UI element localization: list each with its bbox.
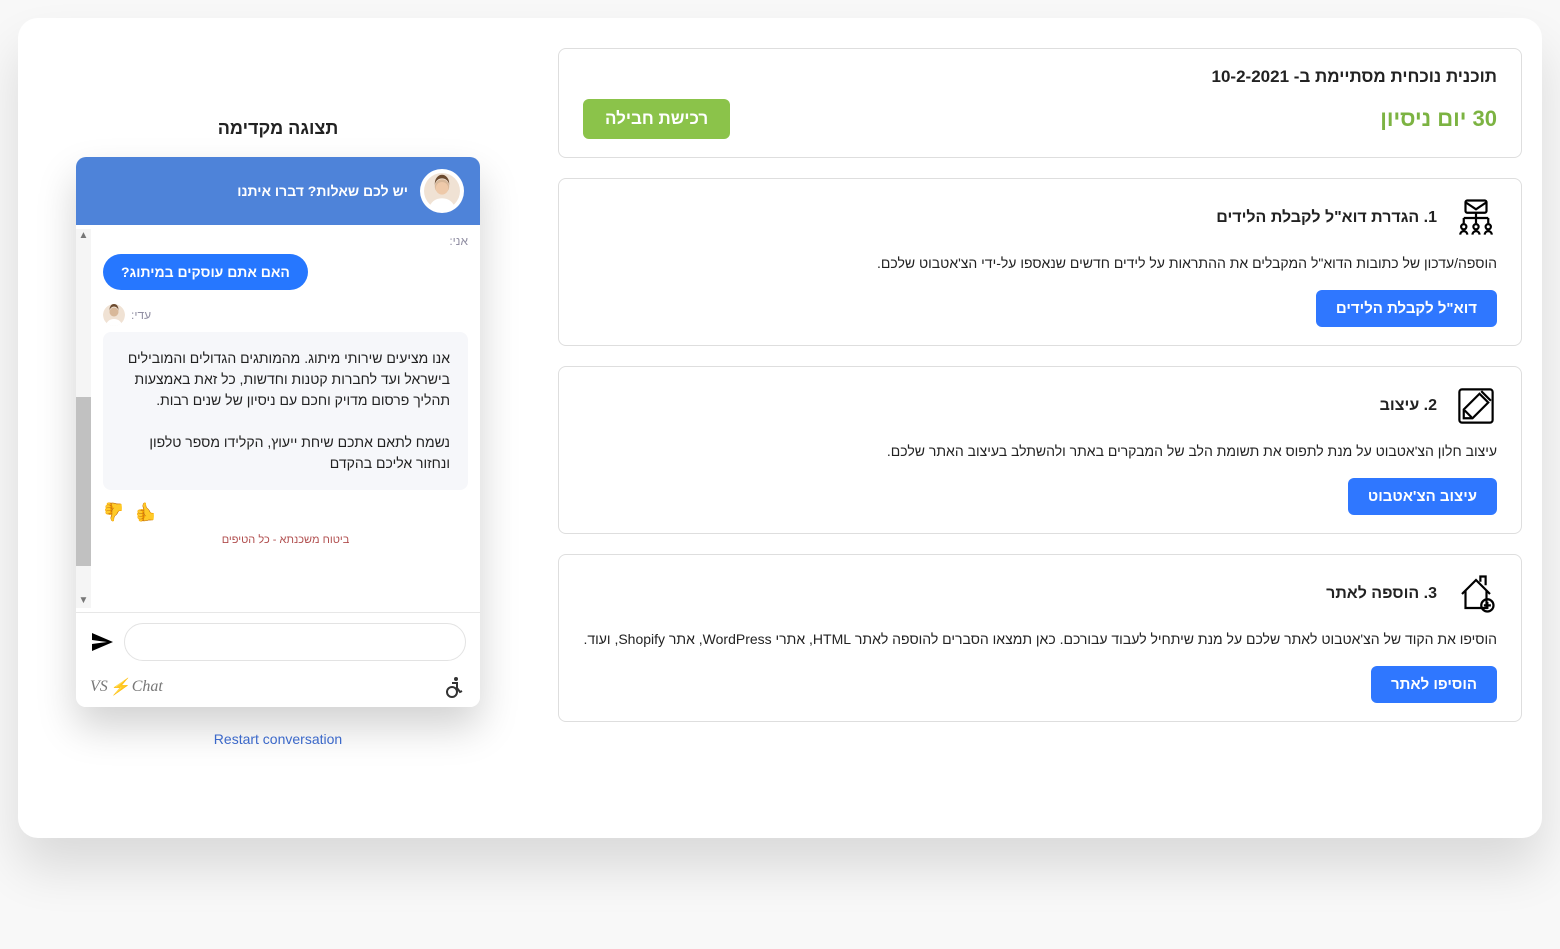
scroll-up-icon[interactable]: ▲ (76, 229, 91, 243)
widget-header-text: יש לכם שאלות? דברו איתנו (237, 183, 408, 199)
chatbot-widget: יש לכם שאלות? דברו איתנו אני: האם אתם עו… (76, 157, 480, 707)
step-head: 2. עיצוב (583, 385, 1497, 427)
widget-text-input[interactable] (124, 623, 466, 661)
user-message-bubble: האם אתם עוסקים במיתוג? (103, 254, 308, 290)
step-card-design: 2. עיצוב עיצוב חלון הצ'אטבוט על מנת לתפו… (558, 366, 1522, 534)
step-card-email: 1. הגדרת דוא"ל לקבלת הלידים הוספה/עדכון … (558, 178, 1522, 346)
scroll-thumb[interactable] (76, 397, 91, 565)
step-button-email[interactable]: דוא"ל לקבלת הלידים (1316, 290, 1497, 327)
house-plus-icon (1455, 573, 1497, 615)
chatvs-part2: VS (90, 678, 108, 696)
preview-column: תצוגה מקדימה יש לכם שאלות? דברו איתנו אנ… (38, 28, 518, 838)
step-button-add-to-site[interactable]: הוסיפו לאתר (1371, 666, 1497, 703)
step-title: 2. עיצוב (1380, 397, 1437, 415)
restart-conversation-link[interactable]: Restart conversation (214, 731, 342, 747)
chatvs-part1: Chat (132, 678, 163, 696)
widget-header: יש לכם שאלות? דברו איתנו (76, 157, 480, 225)
thumbs-up-icon[interactable]: 👍 (135, 502, 157, 523)
plan-card: תוכנית נוכחית מסתיימת ב- 10-2-2021 30 יו… (558, 48, 1522, 158)
step-card-add-to-site: 3. הוספה לאתר הוסיפו את הקוד של הצ'אטבוט… (558, 554, 1522, 722)
step-title: 3. הוספה לאתר (1326, 585, 1437, 603)
bot-row: עדי: (103, 304, 468, 326)
step-desc: הוסיפו את הקוד של הצ'אטבוט לאתר שלכם על … (583, 629, 1497, 650)
step-desc: עיצוב חלון הצ'אטבוט על מנת לתפוס את תשומ… (583, 441, 1497, 462)
accessibility-icon[interactable] (442, 675, 466, 699)
paint-icon (1455, 385, 1497, 427)
step-desc: הוספה/עדכון של כתובות הדוא"ל המקבלים את … (583, 253, 1497, 274)
step-head: 1. הגדרת דוא"ל לקבלת הלידים (583, 197, 1497, 239)
widget-body: אני: האם אתם עוסקים במיתוג? עדי: (76, 225, 480, 612)
step-head: 3. הוספה לאתר (583, 573, 1497, 615)
widget-input-bar (76, 612, 480, 671)
bot-message-bubble: אנו מציעים שירותי מיתוג. מהמותגים הגדולי… (103, 332, 468, 490)
preview-title: תצוגה מקדימה (218, 118, 339, 139)
agent-avatar (420, 169, 464, 213)
me-label: אני: (103, 234, 468, 248)
page-root: תוכנית נוכחית מסתיימת ב- 10-2-2021 30 יו… (18, 18, 1542, 838)
truncated-link[interactable]: ביטוח משכנתא - כל הטיפים (103, 531, 468, 548)
bolt-icon: ⚡ (110, 677, 130, 697)
main-column: תוכנית נוכחית מסתיימת ב- 10-2-2021 30 יו… (558, 28, 1522, 838)
widget-footer: Chat ⚡ VS (76, 671, 480, 707)
plan-row: 30 יום ניסיון רכישת חבילה (583, 99, 1497, 139)
plan-end-line: תוכנית נוכחית מסתיימת ב- 10-2-2021 (583, 67, 1497, 87)
feedback-row: 👍 👎 (103, 494, 468, 531)
bot-avatar-small (103, 304, 125, 326)
trial-days: 30 יום ניסיון (1380, 106, 1497, 132)
scroll-track[interactable] (76, 243, 91, 594)
purchase-bundle-button[interactable]: רכישת חבילה (583, 99, 730, 139)
bot-name: עדי: (131, 308, 151, 322)
send-icon[interactable] (90, 630, 114, 654)
messages-area: אני: האם אתם עוסקים במיתוג? עדי: (91, 229, 480, 608)
scroll-down-icon[interactable]: ▼ (76, 594, 91, 608)
thumbs-down-icon[interactable]: 👎 (103, 502, 125, 523)
email-leads-icon (1455, 197, 1497, 239)
step-button-design[interactable]: עיצוב הצ'אטבוט (1348, 478, 1497, 515)
scrollbar[interactable]: ▲ ▼ (76, 229, 91, 608)
chatvs-brand: Chat ⚡ VS (90, 677, 163, 697)
step-title: 1. הגדרת דוא"ל לקבלת הלידים (1216, 209, 1437, 227)
